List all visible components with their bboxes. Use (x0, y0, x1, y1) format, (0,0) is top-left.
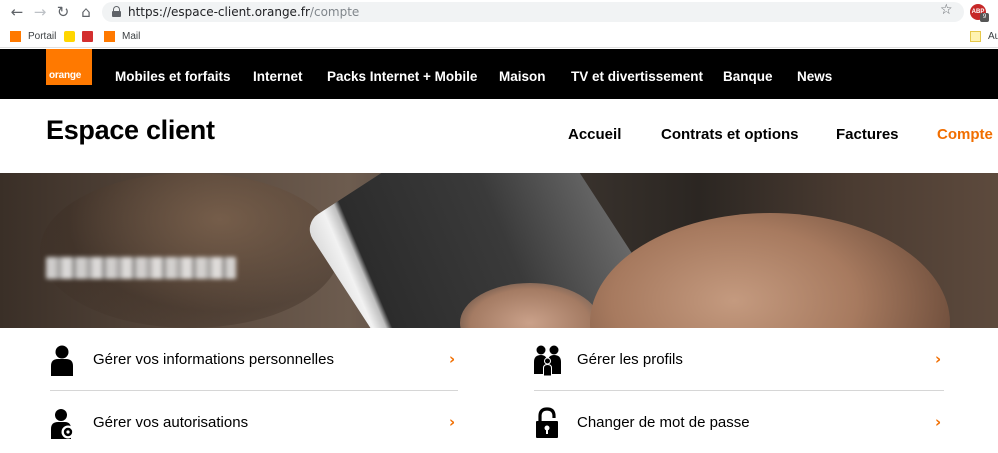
page-title: Espace client (46, 115, 215, 145)
forward-icon[interactable]: → (31, 3, 49, 21)
link-label: Gérer les profils (577, 351, 683, 368)
padlock-icon (536, 407, 558, 438)
nav-mobiles-forfaits[interactable]: Mobiles et forfaits (115, 69, 231, 84)
chevron-right-icon: › (449, 413, 456, 431)
lock-icon (112, 6, 121, 17)
link-autorisations[interactable]: Gérer vos autorisations › (50, 391, 458, 453)
nav-news[interactable]: News (797, 69, 832, 84)
bookmark-smiley[interactable] (64, 29, 82, 43)
bookmark-label: Mail (122, 30, 141, 42)
address-bar[interactable]: https://espace-client.orange.fr/compte (102, 2, 964, 22)
nav-packs[interactable]: Packs Internet + Mobile (327, 69, 477, 84)
nav-tv[interactable]: TV et divertissement (571, 69, 703, 84)
chevron-right-icon: › (935, 413, 942, 431)
bookmark-label: Au (988, 30, 998, 42)
family-icon (534, 345, 561, 376)
person-icon (51, 345, 73, 376)
chevron-right-icon: › (449, 350, 456, 368)
orange-logo[interactable]: orange (46, 49, 92, 85)
link-label: Gérer vos informations personnelles (93, 351, 334, 368)
link-profils[interactable]: Gérer les profils › (534, 328, 944, 390)
chevron-right-icon: › (935, 350, 942, 368)
hero-shadow (40, 173, 340, 328)
nav-maison[interactable]: Maison (499, 69, 546, 84)
url-text: https://espace-client.orange.fr/compte (128, 5, 360, 19)
nav-internet[interactable]: Internet (253, 69, 303, 84)
extension-badge: 9 (980, 13, 989, 22)
bookmark-portail[interactable]: Portail (10, 29, 56, 43)
bookmark-other[interactable]: Au (970, 29, 998, 43)
browser-toolbar: ← → ↻ ⌂ https://espace-client.orange.fr/… (0, 0, 998, 24)
link-label: Changer de mot de passe (577, 414, 750, 431)
bookmark-mail[interactable]: Mail (104, 29, 140, 43)
link-label: Gérer vos autorisations (93, 414, 249, 431)
tab-accueil[interactable]: Accueil (568, 126, 621, 143)
main-navigation: orange Mobiles et forfaits Internet Pack… (0, 49, 998, 99)
blurred-username (46, 257, 236, 279)
link-informations-personnelles[interactable]: Gérer vos informations personnelles › (50, 328, 458, 390)
account-links: Gérer vos informations personnelles › Gé… (0, 328, 998, 453)
tab-compte[interactable]: Compte (937, 126, 993, 143)
smiley-icon (64, 30, 75, 42)
reload-icon[interactable]: ↻ (54, 3, 72, 21)
logo-text: orange (49, 70, 82, 81)
red-book-icon (82, 30, 93, 42)
hero-banner (0, 173, 998, 328)
back-icon[interactable]: ← (8, 3, 26, 21)
page-header: Espace client Accueil Contrats et option… (0, 99, 998, 173)
hero-hand-image (590, 213, 950, 328)
bookmark-star-icon[interactable]: ☆ (940, 2, 953, 18)
orange-square-icon (104, 30, 115, 42)
link-mot-de-passe[interactable]: Changer de mot de passe › (534, 391, 944, 453)
bookmark-label: Portail (28, 30, 57, 42)
bookmark-red[interactable] (82, 29, 100, 43)
home-icon[interactable]: ⌂ (77, 3, 95, 21)
orange-square-icon (10, 30, 21, 42)
person-settings-icon (51, 409, 75, 439)
bookmarks-bar: Portail Mail Au (0, 24, 998, 48)
note-icon (970, 30, 981, 42)
nav-banque[interactable]: Banque (723, 69, 773, 84)
tab-contrats-options[interactable]: Contrats et options (661, 126, 799, 143)
tab-factures[interactable]: Factures (836, 126, 899, 143)
